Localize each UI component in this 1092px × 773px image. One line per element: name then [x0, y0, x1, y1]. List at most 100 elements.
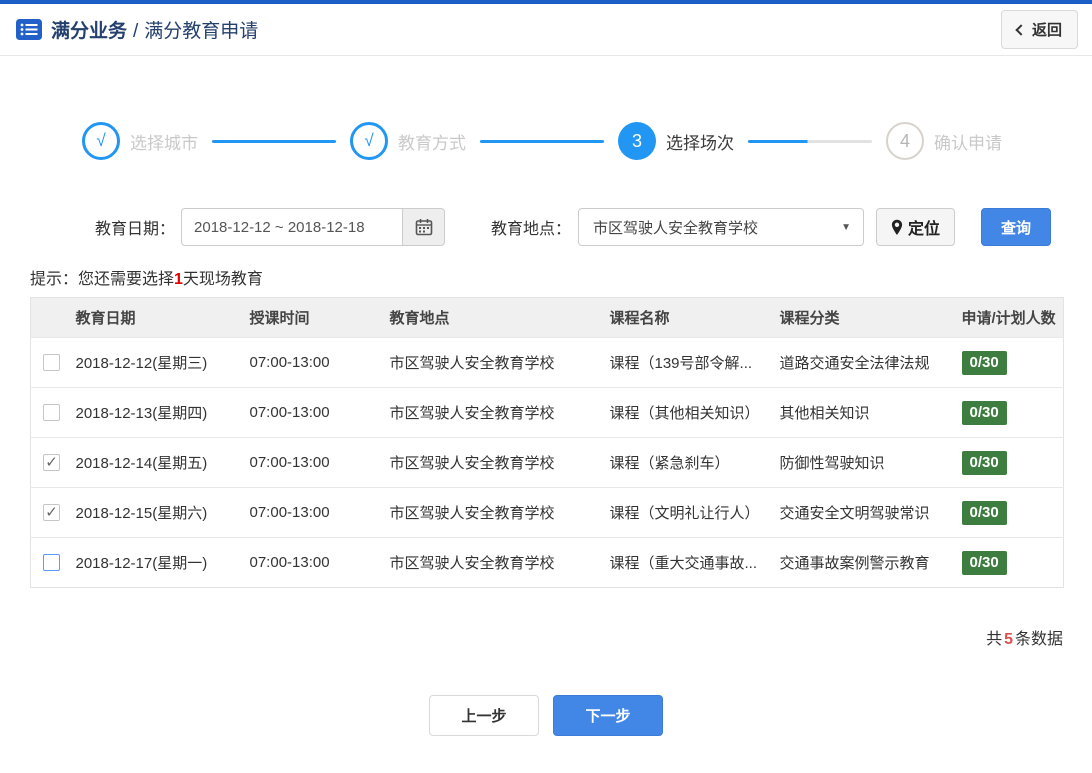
hint-days-remaining: 1: [174, 271, 183, 288]
cell-time: 07:00-13:00: [245, 437, 386, 488]
stepper-connector-2: [480, 139, 604, 143]
previous-step-button[interactable]: 上一步: [429, 695, 539, 736]
cell-time: 07:00-13:00: [245, 387, 386, 438]
step-select-session: 3 选择场次: [618, 122, 734, 160]
header-checkbox-spacer: [30, 297, 72, 338]
breadcrumb-page: 满分教育申请: [144, 21, 259, 42]
step-select-city: √ 选择城市: [82, 122, 198, 160]
header-education-date: 教育日期: [71, 297, 246, 338]
cell-course: 课程（紧急刹车）: [605, 437, 776, 488]
quota-badge: 0/30: [961, 450, 1007, 475]
record-count-suffix: 条数据: [1014, 631, 1063, 648]
cell-time: 07:00-13:00: [245, 537, 386, 588]
cell-course: 课程（文明礼让行人）: [605, 487, 776, 538]
stepper: √ 选择城市 √ 教育方式 3 选择场次 4 确认申请: [82, 122, 1002, 160]
date-range-input[interactable]: [181, 208, 404, 246]
back-button-label: 返回: [1031, 22, 1062, 39]
step-1-label: 选择城市: [130, 133, 198, 153]
quota-badge: 0/30: [961, 400, 1007, 425]
row-checkbox-checked[interactable]: ✓: [43, 504, 60, 521]
quota-badge: 0/30: [961, 350, 1007, 375]
map-pin-icon: [891, 219, 903, 235]
education-place-label: 教育地点：: [491, 221, 572, 238]
education-date-label: 教育日期：: [95, 221, 176, 238]
record-count-number: 5: [1004, 631, 1013, 648]
quota-badge: 0/30: [961, 550, 1007, 575]
header-course-category: 课程分类: [775, 297, 958, 338]
filter-bar: 教育日期： 教育地点： 市区驾驶人安全教育学校 ▼ 定位 查询: [95, 208, 1092, 246]
hint-prefix: 提示：您还需要选择: [30, 271, 175, 288]
list-icon: [16, 19, 42, 40]
hint-suffix: 天现场教育: [182, 271, 263, 288]
record-count-prefix: 共: [986, 631, 1003, 648]
search-button[interactable]: 查询: [981, 208, 1052, 246]
breadcrumb-section: 满分业务: [51, 21, 128, 42]
header-course-name: 课程名称: [605, 297, 776, 338]
step-2-check-icon: √: [350, 122, 388, 160]
locate-button[interactable]: 定位: [876, 208, 956, 246]
step-education-mode: √ 教育方式: [350, 122, 466, 160]
step-4-number: 4: [886, 122, 924, 160]
cell-date: 2018-12-17(星期一): [71, 537, 246, 588]
cell-category: 交通事故案例警示教育: [775, 537, 958, 588]
step-confirm-application: 4 确认申请: [886, 122, 1002, 160]
record-count: 共 5 条数据: [0, 625, 1063, 649]
step-3-number: 3: [618, 122, 656, 160]
location-select-value: 市区驾驶人安全教育学校: [593, 219, 759, 237]
location-select[interactable]: 市区驾驶人安全教育学校 ▼: [578, 208, 865, 246]
step-3-label: 选择场次: [666, 133, 734, 153]
header-class-time: 授课时间: [245, 297, 386, 338]
quota-badge: 0/30: [961, 500, 1007, 525]
date-range-group: [181, 208, 446, 246]
table-header-row: 教育日期 授课时间 教育地点 课程名称 课程分类 申请/计划人数: [30, 297, 1064, 338]
cell-place: 市区驾驶人安全教育学校: [385, 487, 606, 538]
row-checkbox[interactable]: [43, 404, 60, 421]
cell-time: 07:00-13:00: [245, 487, 386, 538]
row-checkbox-focused[interactable]: [43, 554, 60, 571]
calendar-picker-button[interactable]: [403, 208, 446, 246]
cell-place: 市区驾驶人安全教育学校: [385, 437, 606, 488]
cell-time: 07:00-13:00: [245, 337, 386, 388]
cell-category: 交通安全文明驾驶常识: [775, 487, 958, 538]
calendar-icon: [415, 219, 432, 236]
cell-date: 2018-12-15(星期六): [71, 487, 246, 538]
chevron-left-icon: [1015, 24, 1027, 36]
breadcrumb: 满分业务 / 满分教育申请: [16, 16, 258, 43]
header-bar: 满分业务 / 满分教育申请 返回: [0, 4, 1092, 56]
cell-category: 其他相关知识: [775, 387, 958, 438]
table-row: 2018-12-13(星期四) 07:00-13:00 市区驾驶人安全教育学校 …: [30, 387, 1064, 438]
chevron-down-icon: ▼: [841, 221, 852, 233]
cell-place: 市区驾驶人安全教育学校: [385, 337, 606, 388]
cell-place: 市区驾驶人安全教育学校: [385, 537, 606, 588]
breadcrumb-separator: /: [133, 21, 139, 42]
wizard-actions: 上一步 下一步: [0, 695, 1092, 736]
back-button[interactable]: 返回: [1000, 10, 1078, 49]
cell-place: 市区驾驶人安全教育学校: [385, 387, 606, 438]
header-applied-planned: 申请/计划人数: [957, 297, 1064, 338]
cell-date: 2018-12-13(星期四): [71, 387, 246, 438]
table-row: ✓ 2018-12-15(星期六) 07:00-13:00 市区驾驶人安全教育学…: [30, 487, 1064, 538]
cell-category: 道路交通安全法律法规: [775, 337, 958, 388]
locate-button-label: 定位: [908, 221, 941, 238]
cell-date: 2018-12-14(星期五): [71, 437, 246, 488]
table-row: ✓ 2018-12-14(星期五) 07:00-13:00 市区驾驶人安全教育学…: [30, 437, 1064, 488]
cell-course: 课程（其他相关知识）: [605, 387, 776, 438]
row-checkbox[interactable]: [43, 354, 60, 371]
page-title: 满分业务 / 满分教育申请: [51, 16, 258, 43]
table-row: 2018-12-12(星期三) 07:00-13:00 市区驾驶人安全教育学校 …: [30, 337, 1064, 388]
session-table: 教育日期 授课时间 教育地点 课程名称 课程分类 申请/计划人数 2018-12…: [30, 297, 1064, 588]
step-1-check-icon: √: [82, 122, 120, 160]
table-row: 2018-12-17(星期一) 07:00-13:00 市区驾驶人安全教育学校 …: [30, 537, 1064, 588]
stepper-connector-3: [748, 139, 872, 143]
next-step-button[interactable]: 下一步: [553, 695, 663, 736]
stepper-connector-1: [212, 139, 336, 143]
cell-date: 2018-12-12(星期三): [71, 337, 246, 388]
step-2-label: 教育方式: [398, 133, 466, 153]
header-education-place: 教育地点: [385, 297, 606, 338]
cell-category: 防御性驾驶知识: [775, 437, 958, 488]
hint-message: 提示：您还需要选择1天现场教育: [30, 265, 1092, 289]
step-4-label: 确认申请: [934, 133, 1002, 153]
row-checkbox-checked[interactable]: ✓: [43, 454, 60, 471]
cell-course: 课程（139号部令解...: [605, 337, 776, 388]
cell-course: 课程（重大交通事故...: [605, 537, 776, 588]
